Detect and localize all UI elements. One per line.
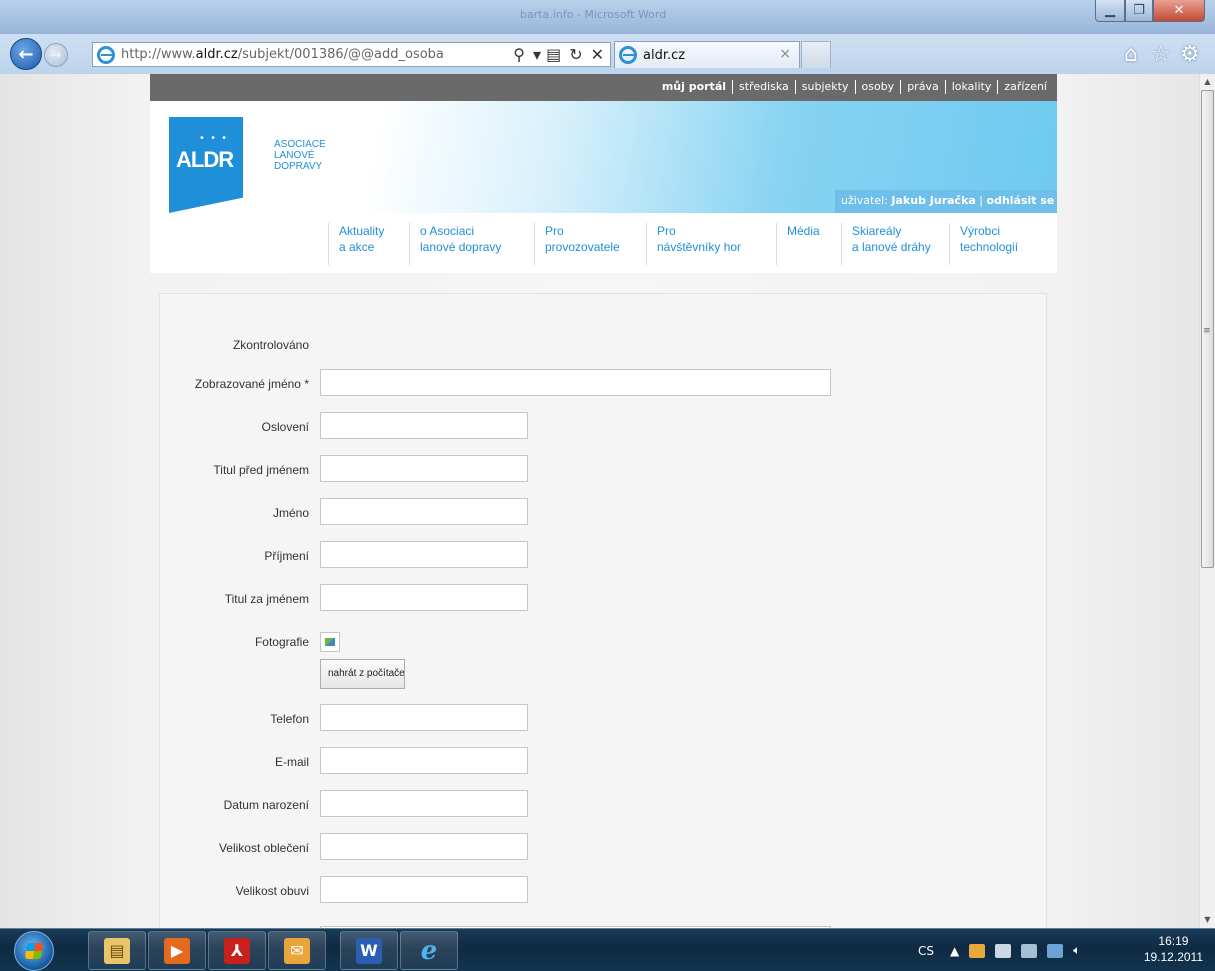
maximize-button[interactable]: ❐ <box>1125 0 1153 22</box>
upload-photo-button[interactable]: nahrát z počítače <box>320 659 405 689</box>
home-icon[interactable]: ⌂ <box>1124 42 1138 67</box>
person-add-form: Zkontrolováno Zobrazované jméno * Oslove… <box>159 293 1047 928</box>
ie-icon <box>619 46 637 64</box>
address-bar[interactable]: http://www.aldr.cz/subjekt/001386/@@add_… <box>92 42 611 67</box>
search-icon[interactable]: ⚲ <box>513 45 525 64</box>
main-menu: Aktuality a akce o Asociaci lanové dopravy… <box>150 213 1057 273</box>
portal-nav-subjects[interactable]: subjekty <box>794 80 855 94</box>
checked-label: Zkontrolováno <box>232 338 309 352</box>
menu-item-media[interactable]: Média <box>776 223 820 265</box>
tray-app-icon[interactable] <box>969 943 986 958</box>
clothing-size-label: Velikost oblečení <box>218 841 309 855</box>
window-title: barta.info - Microsoft Word <box>520 8 667 21</box>
url-text[interactable]: http://www.aldr.cz/subjekt/001386/@@add_… <box>121 47 444 62</box>
tab-title: aldr.cz <box>643 47 686 63</box>
phone-field[interactable] <box>320 704 528 731</box>
page-viewport: můj portál střediska subjekty osoby práv… <box>0 74 1199 928</box>
portal-nav-my-portal[interactable]: můj portál <box>656 80 732 94</box>
portal-nav-devices[interactable]: zařízení <box>997 80 1053 94</box>
windows-start-icon[interactable] <box>14 931 54 971</box>
scroll-grip-icon: ≡ <box>1203 326 1211 336</box>
first-name-label: Jméno <box>272 506 309 520</box>
internet-explorer-icon[interactable]: ℯ <box>400 931 458 970</box>
logo-mark: ALDR <box>176 147 234 172</box>
menu-item-ski-resorts[interactable]: Skiareály a lanové dráhy <box>841 223 931 265</box>
back-arrow-icon[interactable]: ← <box>10 38 42 70</box>
taskbar: ▤ ▶ ⅄ ✉ W ℯ CS ▲ 🔈︎ 16:19 19.12.2011 <box>0 928 1215 971</box>
ie-icon <box>97 45 115 64</box>
salutation-label: Oslovení <box>261 420 309 434</box>
close-window-button[interactable]: ✕ <box>1153 0 1205 22</box>
clothing-size-field[interactable] <box>320 833 528 860</box>
explorer-icon[interactable]: ▤ <box>88 931 146 970</box>
system-tray: CS ▲ 🔈︎ 16:19 19.12.2011 <box>918 929 1215 971</box>
portal-nav-centers[interactable]: střediska <box>732 80 795 94</box>
menu-item-about[interactable]: o Asociaci lanové dopravy <box>409 223 501 265</box>
action-center-flag-icon[interactable] <box>995 943 1012 958</box>
browser-navbar: ← → http://www.aldr.cz/subjekt/001386/@@… <box>0 34 1215 74</box>
logo-dots: • • • <box>199 133 229 144</box>
title-after-label: Titul za jménem <box>224 592 309 606</box>
compatibility-icon[interactable]: ▾ ▤ <box>533 45 561 64</box>
language-indicator[interactable]: CS <box>918 944 934 958</box>
email-label: E-mail <box>274 755 309 769</box>
shoe-size-label: Velikost obuvi <box>235 884 309 898</box>
media-player-icon[interactable]: ▶ <box>148 931 206 970</box>
display-name-label: Zobrazované jméno * <box>194 377 309 391</box>
menu-item-visitors[interactable]: Pro návštěvníky hor <box>646 223 741 265</box>
menu-item-news[interactable]: Aktuality a akce <box>328 223 384 265</box>
user-label: uživatel: <box>841 194 888 207</box>
minimize-button[interactable]: ▁ <box>1095 0 1125 22</box>
birth-date-field[interactable] <box>320 790 528 817</box>
site-logo[interactable]: • • • ALDR <box>169 117 243 213</box>
logout-link[interactable]: odhlásit se <box>987 194 1055 207</box>
forward-arrow-icon[interactable]: → <box>44 43 68 67</box>
menu-item-manufacturers[interactable]: Výrobci technologií <box>949 223 1018 265</box>
logo-text: ASOCIACE LANOVÉ DOPRAVY <box>274 139 326 172</box>
pdf-icon[interactable]: ⅄ <box>208 931 266 970</box>
title-after-field[interactable] <box>320 584 528 611</box>
portal-top-nav: můj portál střediska subjekty osoby práv… <box>150 74 1057 101</box>
salutation-field[interactable] <box>320 412 528 439</box>
portal-nav-persons[interactable]: osoby <box>854 80 901 94</box>
display-name-field[interactable] <box>320 369 831 396</box>
favorites-star-icon[interactable]: ☆ <box>1151 42 1171 67</box>
window-titlebar: barta.info - Microsoft Word ▁ ❐ ✕ <box>0 0 1215 34</box>
birth-date-label: Datum narození <box>223 798 309 812</box>
last-name-label: Příjmení <box>264 549 309 563</box>
user-name[interactable]: Jakub Juračka <box>891 194 975 207</box>
email-field[interactable] <box>320 747 528 774</box>
clock[interactable]: 16:19 19.12.2011 <box>1144 933 1203 965</box>
phone-label: Telefon <box>270 712 309 726</box>
first-name-field[interactable] <box>320 498 528 525</box>
shoe-size-field[interactable] <box>320 876 528 903</box>
display-icon[interactable] <box>1047 943 1064 958</box>
tab-aldr[interactable]: aldr.cz × <box>614 41 800 68</box>
tray-expand-icon[interactable]: ▲ <box>950 944 959 958</box>
photo-placeholder-icon <box>320 632 340 652</box>
stop-icon[interactable]: ✕ <box>591 45 604 64</box>
user-bar: uživatel: Jakub Juračka | odhlásit se <box>835 190 1057 213</box>
outlook-icon[interactable]: ✉ <box>268 931 326 970</box>
scroll-up-arrow[interactable]: ▲ <box>1200 74 1215 90</box>
tools-gear-icon[interactable]: ⚙ <box>1180 42 1200 67</box>
word-icon[interactable]: W <box>340 931 398 970</box>
network-icon[interactable] <box>1021 943 1038 958</box>
volume-icon[interactable]: 🔈︎ <box>1073 943 1080 958</box>
new-tab-button[interactable] <box>801 41 831 68</box>
last-name-field[interactable] <box>320 541 528 568</box>
refresh-icon[interactable]: ↻ <box>569 45 582 64</box>
portal-nav-rights[interactable]: práva <box>900 80 945 94</box>
photo-label: Fotografie <box>254 635 309 649</box>
portal-nav-localities[interactable]: lokality <box>944 80 998 94</box>
menu-item-operators[interactable]: Pro provozovatele <box>534 223 620 265</box>
scroll-down-arrow[interactable]: ▼ <box>1200 912 1215 928</box>
tab-close-icon[interactable]: × <box>779 46 791 62</box>
vertical-scrollbar[interactable]: ▲ ≡ ▼ <box>1199 74 1215 928</box>
title-before-field[interactable] <box>320 455 528 482</box>
site-header: • • • ALDR ASOCIACE LANOVÉ DOPRAVY uživa… <box>150 101 1057 213</box>
title-before-label: Titul před jménem <box>213 463 309 477</box>
